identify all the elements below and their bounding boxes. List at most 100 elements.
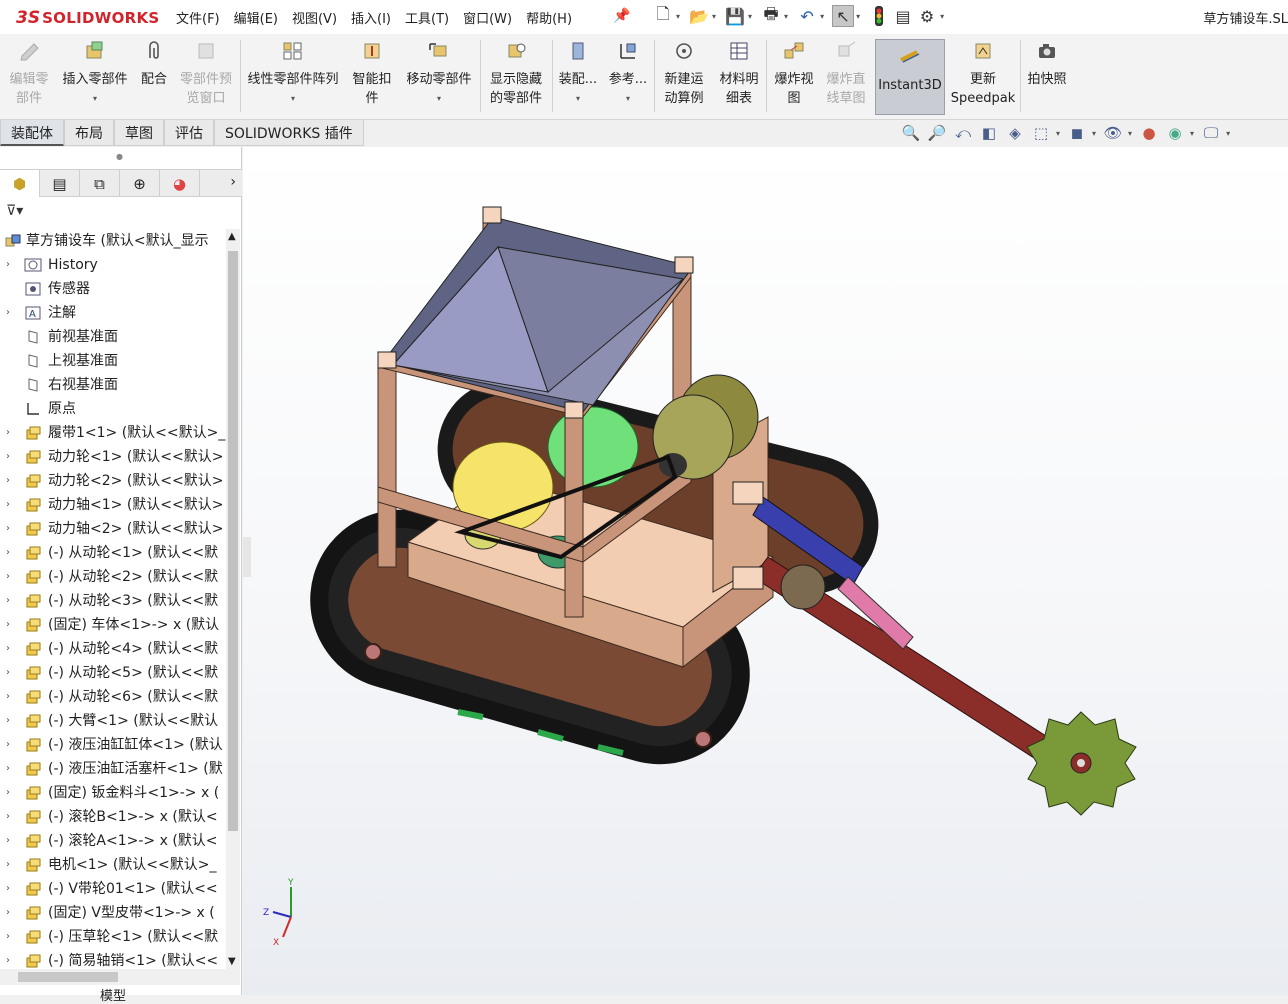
hide-show-items-icon[interactable]: 👁	[1102, 122, 1124, 144]
update-speedpak-button[interactable]: 更新 Speedpak	[950, 40, 1016, 108]
display-manager-tab-icon[interactable]: ◕	[160, 170, 200, 197]
print-dropdown-icon[interactable]: ▾	[784, 12, 788, 21]
explode-line-sketch-button[interactable]: 爆炸直 线草图	[822, 40, 870, 108]
tree-item-plane[interactable]: 右视基准面	[0, 373, 226, 397]
insert-component-button[interactable]: 插入零部件 ▾	[58, 40, 132, 108]
component-preview-button[interactable]: 零部件预 览窗口	[174, 40, 238, 108]
tree-component-item[interactable]: › (固定) 车体<1>-> x (默认	[0, 613, 226, 637]
expand-arrow-icon[interactable]: ›	[6, 541, 10, 565]
expand-arrow-icon[interactable]: ›	[6, 253, 10, 277]
tree-component-item[interactable]: › (-) 大臂<1> (默认<<默认	[0, 709, 226, 733]
menu-window[interactable]: 窗口(W)	[463, 8, 512, 27]
view-orientation-dropdown-icon[interactable]: ▾	[1056, 129, 1060, 138]
options-gear-icon[interactable]: ⚙	[916, 5, 938, 27]
tree-component-item[interactable]: › 动力轮<2> (默认<<默认>	[0, 469, 226, 493]
tree-component-item[interactable]: › 电机<1> (默认<<默认>_	[0, 853, 226, 877]
instant3d-button[interactable]: Instant3D	[875, 39, 945, 115]
tree-component-item[interactable]: › (-) 简易轴销<1> (默认<<	[0, 949, 226, 969]
move-component-button[interactable]: 移动零部件 ▾	[402, 40, 476, 108]
tree-component-item[interactable]: › (-) 液压油缸缸体<1> (默认	[0, 733, 226, 757]
property-manager-tab-icon[interactable]: ▤	[40, 170, 80, 197]
tree-component-item[interactable]: › (-) 从动轮<1> (默认<<默	[0, 541, 226, 565]
show-hidden-components-button[interactable]: 显示隐藏 的零部件	[484, 40, 548, 108]
tree-item-sensor[interactable]: 传感器	[0, 277, 226, 301]
tree-vertical-scrollbar[interactable]: ▲ ▼	[226, 229, 240, 969]
tree-component-item[interactable]: › (固定) V型皮带<1>-> x (	[0, 901, 226, 925]
dynamic-annotation-icon[interactable]: ◈	[1004, 122, 1026, 144]
tab-evaluate[interactable]: 评估	[164, 120, 214, 146]
tab-solidworks-addins[interactable]: SOLIDWORKS 插件	[214, 120, 364, 146]
tree-item-annot[interactable]: › A 注解	[0, 301, 226, 325]
apply-scene-icon[interactable]: ◉	[1164, 122, 1186, 144]
smart-fastener-button[interactable]: 智能扣件	[348, 40, 396, 108]
tree-component-item[interactable]: › (-) 滚轮A<1>-> x (默认<	[0, 829, 226, 853]
expand-arrow-icon[interactable]: ›	[6, 637, 10, 661]
tree-horizontal-scrollbar[interactable]	[0, 969, 240, 985]
save-dropdown-icon[interactable]: ▾	[748, 12, 752, 21]
rebuild-traffic-light-icon[interactable]	[868, 5, 890, 27]
graphics-viewport[interactable]: Y Z X	[243, 147, 1288, 995]
options-dropdown-icon[interactable]: ▾	[940, 12, 944, 21]
expand-arrow-icon[interactable]: ›	[6, 853, 10, 877]
tree-item-history[interactable]: › History	[0, 253, 226, 277]
tree-item-plane[interactable]: 前视基准面	[0, 325, 226, 349]
expand-arrow-icon[interactable]: ›	[6, 517, 10, 541]
tree-component-item[interactable]: › (-) 液压油缸活塞杆<1> (默	[0, 757, 226, 781]
tab-layout[interactable]: 布局	[64, 120, 114, 146]
tree-component-item[interactable]: › (固定) 钣金料斗<1>-> x (	[0, 781, 226, 805]
display-style-dropdown-icon[interactable]: ▾	[1092, 129, 1096, 138]
tab-assembly[interactable]: 装配体	[0, 120, 64, 146]
tab-model[interactable]: 模型	[100, 989, 126, 1004]
expand-arrow-icon[interactable]: ›	[6, 949, 10, 969]
expand-arrow-icon[interactable]: ›	[6, 685, 10, 709]
menu-tools[interactable]: 工具(T)	[405, 8, 449, 27]
tree-component-item[interactable]: › (-) 从动轮<2> (默认<<默	[0, 565, 226, 589]
new-document-icon[interactable]: 🗋	[652, 4, 674, 27]
pane-collapse-handle[interactable]	[243, 537, 251, 577]
file-properties-icon[interactable]: ▤	[892, 5, 914, 27]
tree-component-item[interactable]: › 动力轮<1> (默认<<默认>	[0, 445, 226, 469]
expand-arrow-icon[interactable]: ›	[6, 925, 10, 949]
view-orientation-icon[interactable]: ⬚	[1030, 122, 1052, 144]
view-settings-monitor-icon[interactable]: 🖵	[1200, 122, 1222, 144]
tree-component-item[interactable]: › 动力轴<1> (默认<<默认>	[0, 493, 226, 517]
expand-arrow-icon[interactable]: ›	[6, 733, 10, 757]
expand-arrow-icon[interactable]: ›	[6, 709, 10, 733]
horizontal-scroll-thumb[interactable]	[18, 972, 118, 982]
hide-show-dropdown-icon[interactable]: ▾	[1128, 129, 1132, 138]
tree-component-item[interactable]: › (-) 压草轮<1> (默认<<默	[0, 925, 226, 949]
select-arrow-icon[interactable]: ↖	[832, 5, 855, 27]
expand-arrow-icon[interactable]: ›	[6, 877, 10, 901]
pane-grip-icon[interactable]: ●	[116, 152, 123, 161]
tree-component-item[interactable]: › (-) V带轮01<1> (默认<<	[0, 877, 226, 901]
exploded-view-button[interactable]: 爆炸视图	[770, 40, 818, 108]
scroll-down-arrow-icon[interactable]: ▼	[228, 956, 236, 967]
feature-manager-tab-icon[interactable]: ⬢	[0, 170, 40, 197]
scroll-thumb[interactable]	[228, 251, 238, 831]
tree-component-item[interactable]: › (-) 从动轮<5> (默认<<默	[0, 661, 226, 685]
print-icon[interactable]: 🖶	[760, 4, 782, 27]
pin-icon[interactable]: 📌	[613, 8, 630, 24]
reference-geometry-button[interactable]: 参考... ▾	[606, 40, 650, 108]
tree-component-item[interactable]: › 动力轴<2> (默认<<默认>	[0, 517, 226, 541]
expand-arrow-icon[interactable]: ›	[6, 493, 10, 517]
tree-component-item[interactable]: › (-) 从动轮<3> (默认<<默	[0, 589, 226, 613]
tree-component-item[interactable]: › (-) 滚轮B<1>-> x (默认<	[0, 805, 226, 829]
expand-arrow-icon[interactable]: ›	[6, 301, 10, 325]
tree-component-item[interactable]: › (-) 从动轮<4> (默认<<默	[0, 637, 226, 661]
expand-arrow-icon[interactable]: ›	[6, 565, 10, 589]
expand-arrow-icon[interactable]: ›	[6, 421, 10, 445]
expand-arrow-icon[interactable]: ›	[6, 781, 10, 805]
expand-arrow-icon[interactable]: ›	[6, 757, 10, 781]
tree-component-item[interactable]: › (-) 从动轮<6> (默认<<默	[0, 685, 226, 709]
zoom-to-fit-icon[interactable]: 🔍	[900, 122, 922, 144]
tree-item-origin[interactable]: 原点	[0, 397, 226, 421]
menu-help[interactable]: 帮助(H)	[526, 8, 572, 27]
more-tabs-chevron-icon[interactable]: ›	[230, 174, 236, 190]
open-dropdown-icon[interactable]: ▾	[712, 12, 716, 21]
expand-arrow-icon[interactable]: ›	[6, 469, 10, 493]
expand-arrow-icon[interactable]: ›	[6, 661, 10, 685]
expand-arrow-icon[interactable]: ›	[6, 805, 10, 829]
expand-arrow-icon[interactable]: ›	[6, 589, 10, 613]
select-dropdown-icon[interactable]: ▾	[856, 12, 860, 21]
